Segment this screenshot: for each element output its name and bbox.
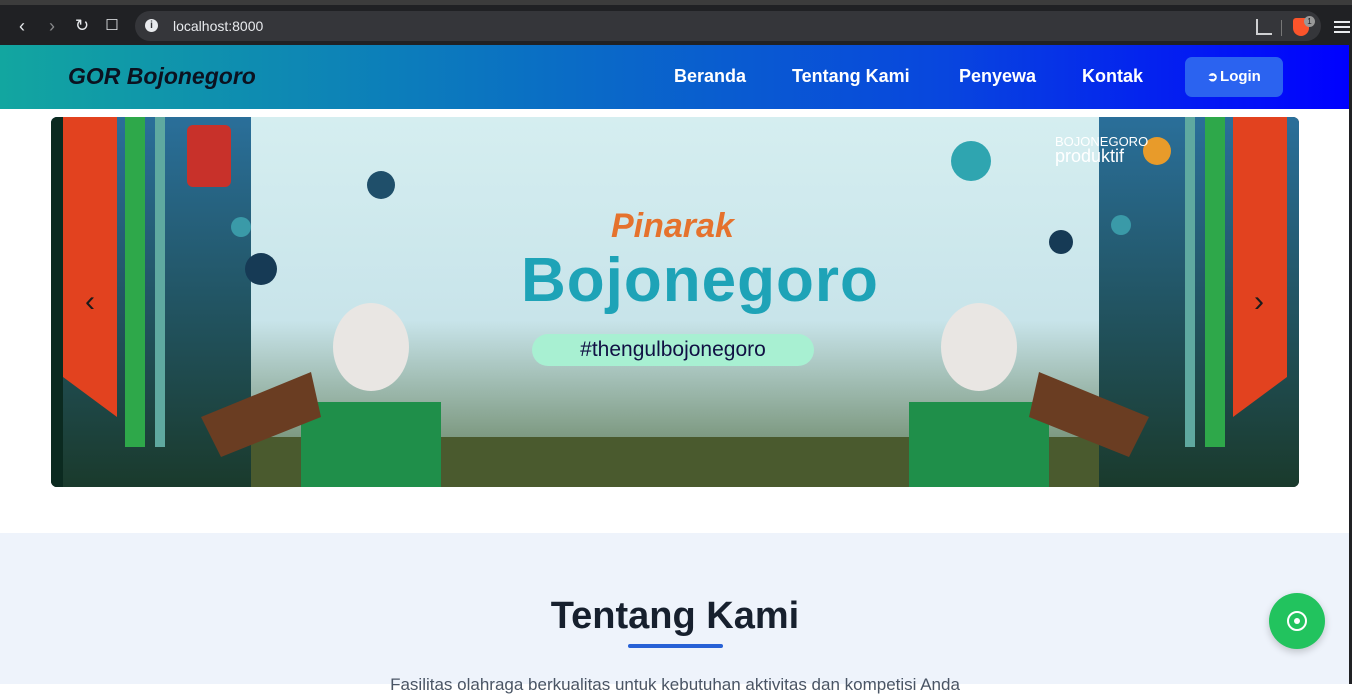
login-button[interactable]: ➲ Login [1185, 57, 1283, 97]
nav-link-penyewa[interactable]: Penyewa [959, 66, 1036, 87]
forward-icon[interactable]: › [39, 13, 65, 39]
back-icon[interactable]: ‹ [9, 13, 35, 39]
about-title: Tentang Kami [550, 595, 800, 637]
whatsapp-icon [1287, 611, 1307, 631]
brand-logo[interactable]: GOR Bojonegoro [68, 63, 256, 90]
nav-link-kontak[interactable]: Kontak [1082, 66, 1143, 87]
menu-icon[interactable] [1334, 21, 1350, 36]
produktif-logo: BOJONEGORO produktif [1055, 135, 1148, 166]
about-title-underline [628, 644, 723, 648]
browser-toolbar: ‹ › ↻ ☐ i localhost:8000 1 [0, 0, 1352, 45]
extension-badge: 1 [1304, 16, 1315, 27]
carousel-next-icon[interactable]: › [1244, 287, 1274, 317]
login-label: Login [1220, 68, 1261, 85]
hero-title-main: Bojonegoro [521, 246, 879, 315]
nav-link-tentang-kami[interactable]: Tentang Kami [792, 66, 910, 87]
bookmark-icon[interactable]: ☐ [99, 13, 125, 39]
produktif-logo-bottom: produktif [1055, 146, 1125, 166]
hero-hashtag: #thengulbojonegoro [532, 334, 814, 366]
whatsapp-button[interactable] [1269, 593, 1325, 649]
about-section: Tentang Kami Fasilitas olahraga berkuali… [0, 533, 1350, 694]
hero-carousel: Pinarak Bojonegoro #thengulbojonegoro BO… [51, 117, 1299, 487]
hero-title-small: Pinarak [611, 207, 734, 245]
nav-link-beranda[interactable]: Beranda [674, 66, 746, 87]
reload-icon[interactable]: ↻ [69, 13, 95, 39]
site-info-icon[interactable]: i [145, 19, 158, 32]
login-icon: ➲ [1207, 69, 1219, 84]
address-bar[interactable]: i localhost:8000 [135, 11, 1321, 41]
url-text: localhost:8000 [173, 18, 264, 34]
carousel-prev-icon[interactable]: ‹ [75, 287, 105, 317]
toolbar-divider [1281, 20, 1282, 36]
about-description: Fasilitas olahraga berkualitas untuk keb… [390, 675, 960, 694]
site-navbar: GOR Bojonegoro Beranda Tentang Kami Peny… [0, 45, 1350, 109]
share-icon[interactable] [1256, 19, 1272, 35]
